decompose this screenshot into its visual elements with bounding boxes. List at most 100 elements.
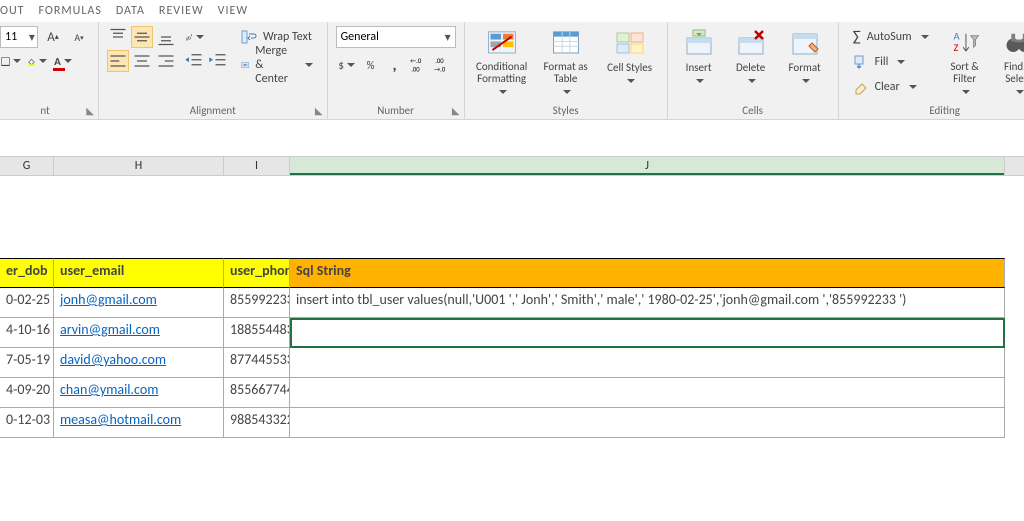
cell-email[interactable]: measa@hotmail.com — [54, 408, 224, 438]
cell-styles-button[interactable]: Cell Styles — [601, 26, 659, 98]
cell-styles-label: Cell Styles — [607, 62, 652, 75]
cell-dob[interactable]: 7-05-19 — [0, 348, 54, 378]
dialog-launcher-icon[interactable]: ◣ — [315, 104, 323, 117]
percent-format-button[interactable]: % — [360, 54, 382, 76]
fill-down-icon — [853, 54, 869, 70]
delete-cells-button[interactable]: Delete — [728, 26, 774, 98]
group-number: ▾ $ % , ←.0.00 .00→.0 Number ◣ — [328, 22, 465, 119]
cell-phone[interactable]: 855667744 — [224, 378, 290, 408]
cell-dob[interactable]: 4-10-16 — [0, 318, 54, 348]
chevron-down-icon[interactable]: ▾ — [441, 30, 455, 45]
fill-color-button[interactable] — [26, 50, 48, 72]
cell-sql[interactable]: insert into tbl_user values(null,'U001 '… — [290, 288, 1005, 318]
header-cell[interactable]: er_dob — [0, 258, 54, 288]
autosum-button[interactable]: ∑ AutoSum — [847, 26, 935, 48]
cell-email[interactable]: arvin@gmail.com — [54, 318, 224, 348]
cell-email[interactable]: jonh@gmail.com — [54, 288, 224, 318]
group-alignment: ab Wrap Text Merge & Center Alignment◣ — [99, 22, 328, 119]
tab-page-layout[interactable]: OUT — [0, 4, 25, 18]
eraser-icon — [853, 79, 869, 95]
tab-review[interactable]: REVIEW — [159, 4, 204, 18]
tab-view[interactable]: VIEW — [218, 4, 248, 18]
col-header-i[interactable]: I — [224, 157, 290, 175]
align-top-icon[interactable] — [107, 26, 129, 48]
cell-phone[interactable]: 877445533 — [224, 348, 290, 378]
cell-sql[interactable] — [290, 408, 1005, 438]
table-row: 7-05-19 david@yahoo.com 877445533 — [0, 348, 1024, 378]
decrease-font-icon[interactable]: A▾ — [68, 26, 90, 48]
align-right-icon[interactable] — [155, 50, 177, 72]
header-cell[interactable]: Sql String — [290, 258, 1005, 288]
comma-format-button[interactable]: , — [384, 54, 406, 76]
increase-indent-icon[interactable] — [207, 50, 229, 72]
ribbon: ▾ A▴ A▾ A nt ◣ — [0, 22, 1024, 120]
clear-button[interactable]: Clear — [847, 76, 935, 98]
svg-text:.00: .00 — [411, 66, 420, 74]
tab-data[interactable]: DATA — [116, 4, 145, 18]
increase-font-icon[interactable]: A▴ — [42, 26, 64, 48]
align-middle-icon[interactable] — [131, 26, 153, 48]
cell-sql[interactable] — [290, 378, 1005, 408]
find-select-button[interactable]: Find & Select — [995, 26, 1024, 98]
align-bottom-icon[interactable] — [155, 26, 177, 48]
orientation-icon[interactable]: ab — [183, 26, 205, 48]
cell-dob[interactable]: 0-02-25 — [0, 288, 54, 318]
cell-phone[interactable]: 855992233 — [224, 288, 290, 318]
svg-text:Z: Z — [953, 41, 958, 54]
insert-cells-label: Insert — [686, 62, 712, 75]
number-format-input[interactable] — [337, 30, 441, 44]
tab-formulas[interactable]: FORMULAS — [39, 4, 102, 18]
dialog-launcher-icon[interactable]: ◣ — [452, 104, 460, 117]
table-row: 4-09-20 chan@ymail.com 855667744 — [0, 378, 1024, 408]
col-header-h[interactable]: H — [54, 157, 224, 175]
group-label-cells: Cells — [742, 104, 763, 117]
sort-filter-icon: AZ — [949, 28, 981, 59]
format-as-table-label: Format as Table — [541, 61, 591, 86]
header-cell[interactable]: user_email — [54, 258, 224, 288]
group-label-number: Number — [377, 104, 414, 117]
dialog-launcher-icon[interactable]: ◣ — [86, 104, 94, 117]
format-as-table-button[interactable]: Format as Table — [537, 26, 595, 98]
find-select-label: Find & Select — [999, 61, 1024, 86]
decrease-decimal-button[interactable]: .00→.0 — [432, 54, 454, 76]
header-cell[interactable]: user_phone — [224, 258, 290, 288]
chevron-down-icon[interactable]: ▾ — [27, 30, 37, 45]
sort-filter-button[interactable]: AZ Sort & Filter — [941, 26, 989, 98]
font-size-combo[interactable]: ▾ — [0, 26, 38, 48]
table-row: 0-02-25 jonh@gmail.com 855992233 insert … — [0, 288, 1024, 318]
insert-cells-button[interactable]: Insert — [676, 26, 722, 98]
align-left-icon[interactable] — [107, 50, 129, 72]
col-header-g[interactable]: G — [0, 157, 54, 175]
merge-center-button[interactable]: Merge & Center — [235, 54, 319, 76]
accounting-format-button[interactable]: $ — [336, 54, 358, 76]
cell-sql[interactable] — [290, 318, 1005, 348]
border-button[interactable] — [0, 50, 22, 72]
cell-phone[interactable]: 988543322 — [224, 408, 290, 438]
cell-styles-icon — [614, 28, 646, 60]
ribbon-tabs: OUT FORMULAS DATA REVIEW VIEW — [0, 0, 1024, 22]
cell-email[interactable]: david@yahoo.com — [54, 348, 224, 378]
font-color-button[interactable]: A — [52, 50, 74, 72]
group-label-font: nt — [40, 104, 49, 117]
wrap-text-icon — [241, 29, 257, 45]
cell-sql[interactable] — [290, 348, 1005, 378]
fill-button[interactable]: Fill — [847, 51, 935, 73]
number-format-combo[interactable]: ▾ — [336, 26, 456, 48]
increase-decimal-button[interactable]: ←.0.00 — [408, 54, 430, 76]
group-label-alignment: Alignment — [190, 104, 236, 117]
decrease-indent-icon[interactable] — [183, 50, 205, 72]
table-row: 0-12-03 measa@hotmail.com 988543322 — [0, 408, 1024, 438]
cell-email[interactable]: chan@ymail.com — [54, 378, 224, 408]
cell-dob[interactable]: 4-09-20 — [0, 378, 54, 408]
cell-dob[interactable]: 0-12-03 — [0, 408, 54, 438]
cell-phone[interactable]: 188554483 — [224, 318, 290, 348]
table-header-row: er_dob user_email user_phone Sql String — [0, 258, 1024, 288]
group-cells: Insert Delete Format Cells — [668, 22, 839, 119]
conditional-formatting-button[interactable]: Conditional Formatting — [473, 26, 531, 98]
format-cells-button[interactable]: Format — [780, 26, 830, 98]
font-size-input[interactable] — [1, 30, 27, 44]
format-as-table-icon — [550, 28, 582, 59]
col-header-j[interactable]: J — [290, 157, 1005, 175]
align-center-icon[interactable] — [131, 50, 153, 72]
table-row: 4-10-16 arvin@gmail.com 188554483 — [0, 318, 1024, 348]
